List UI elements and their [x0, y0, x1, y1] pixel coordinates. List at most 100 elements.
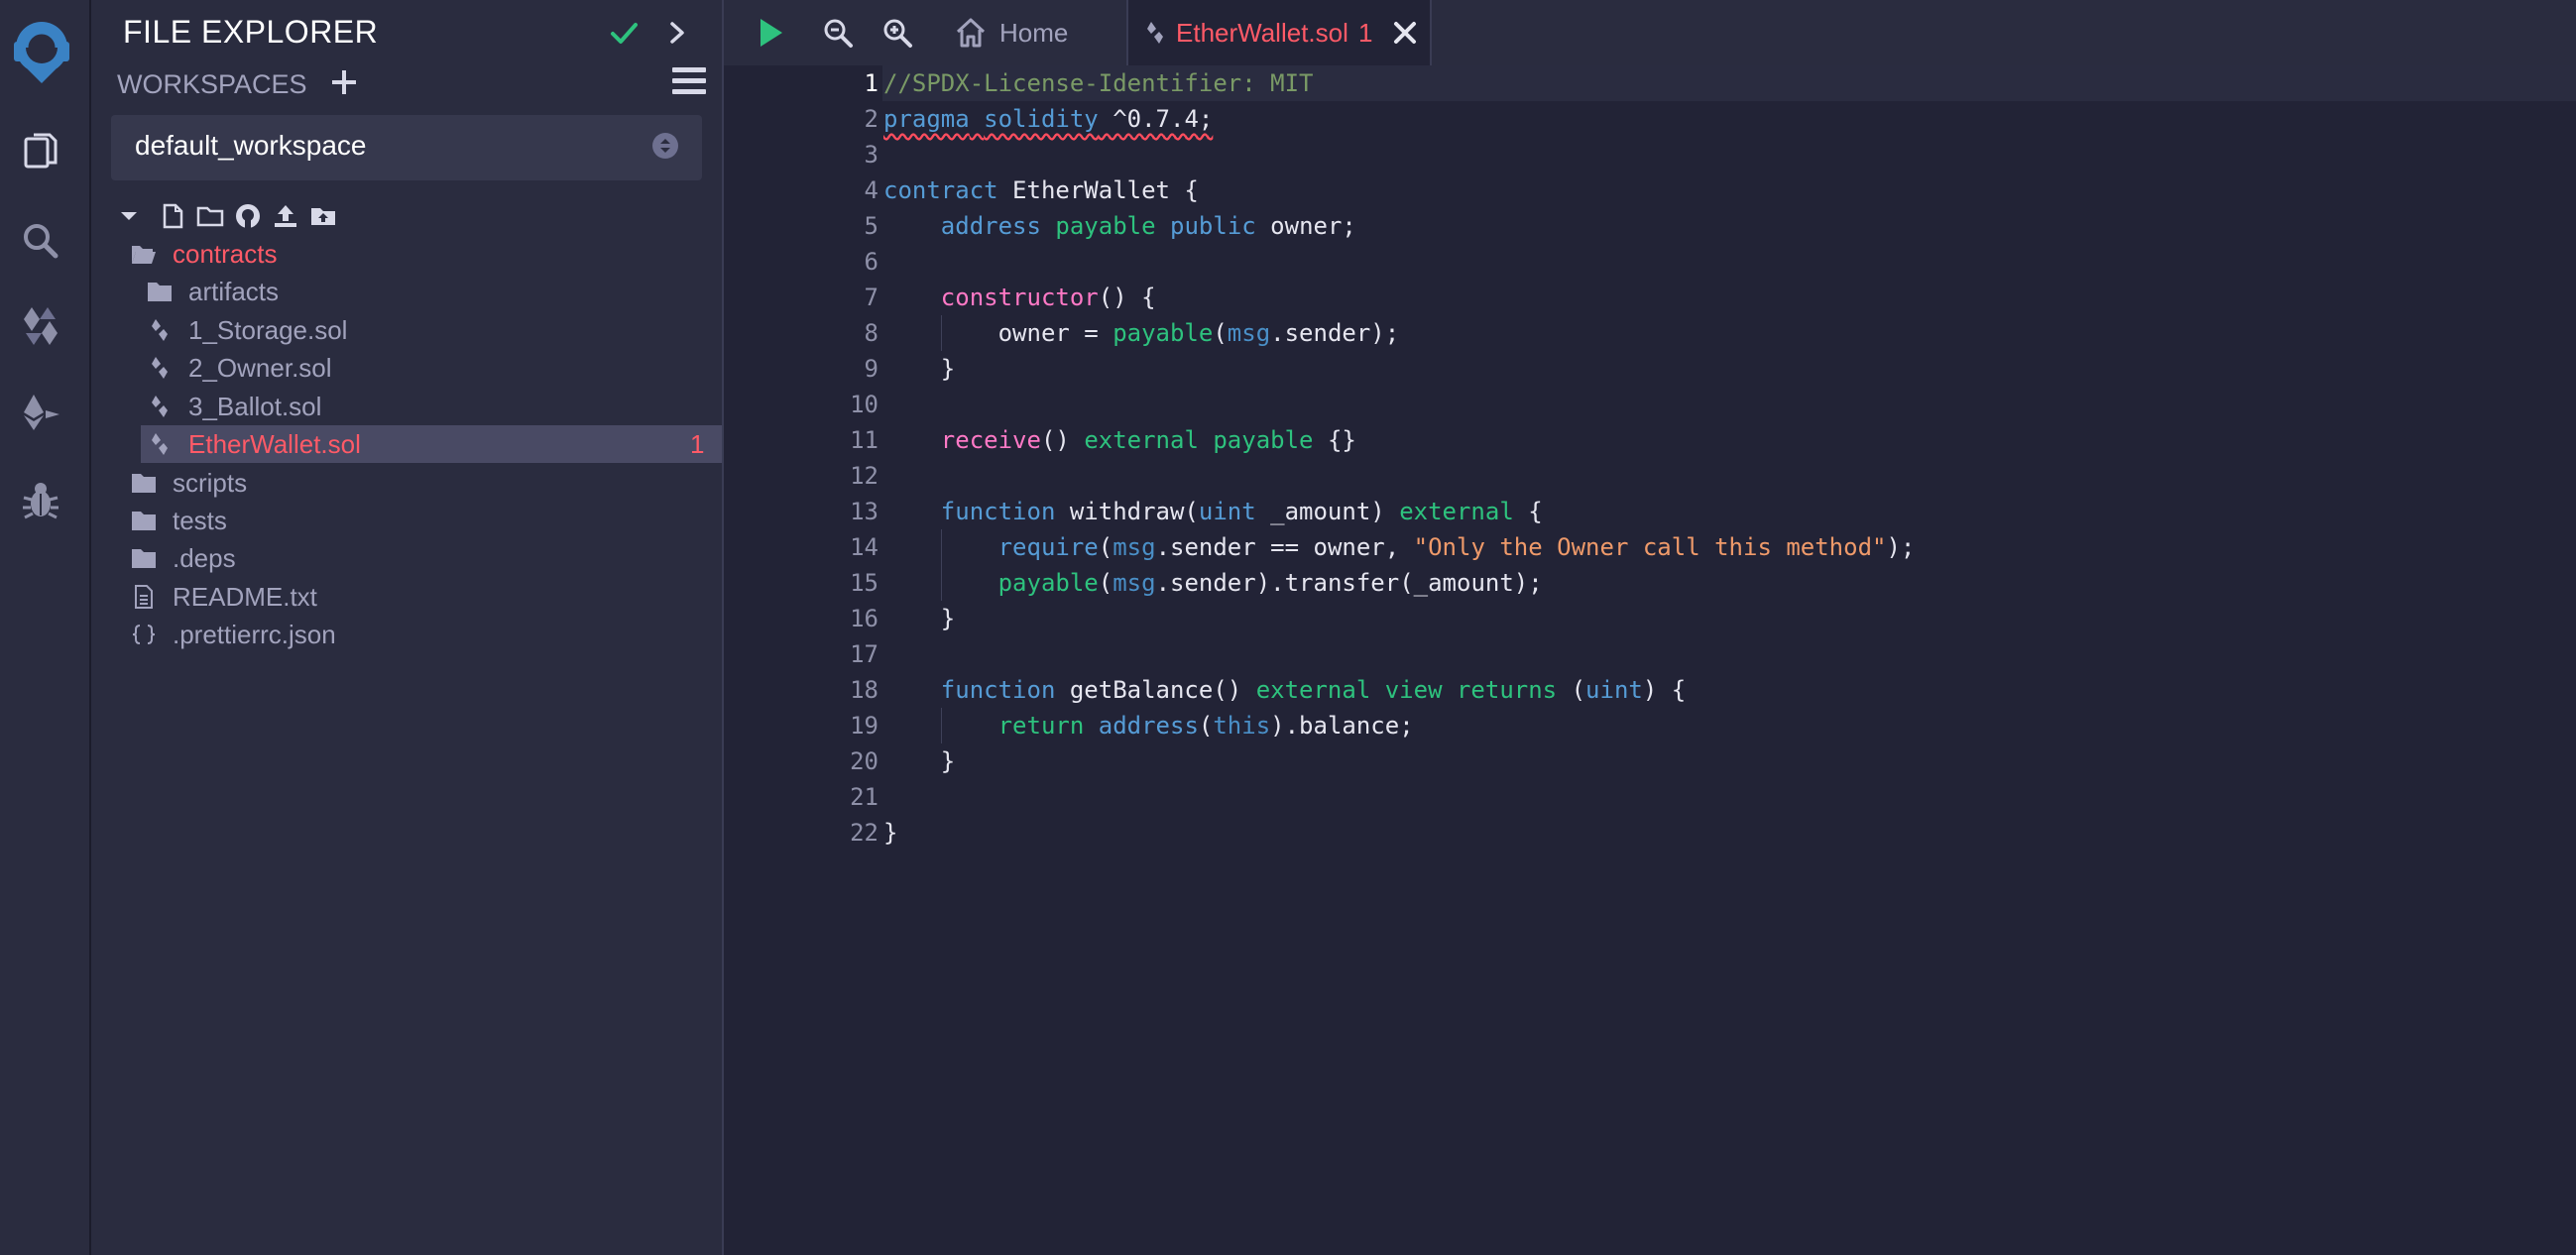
line-number: 7	[864, 284, 878, 311]
solidity-file-icon	[152, 396, 168, 417]
line-number: 17	[850, 640, 878, 668]
tree-item-label: 1_Storage.sol	[188, 315, 348, 345]
zoom-in-icon[interactable]	[880, 16, 914, 50]
code-line: }	[883, 747, 956, 775]
tab-etherwallet[interactable]: EtherWallet.sol 1	[1126, 0, 1432, 65]
line-number: 5	[864, 212, 878, 240]
tree-item-readme[interactable]: README.txt	[91, 578, 722, 616]
deploy-run-icon[interactable]	[18, 391, 63, 436]
line-number: 21	[850, 783, 878, 811]
error-count-badge: 1	[690, 429, 705, 459]
tree-item-1-storage[interactable]: 1_Storage.sol	[91, 311, 722, 349]
solidity-compiler-icon[interactable]	[18, 303, 63, 349]
folder-icon	[132, 512, 156, 530]
tree-item-2-owner[interactable]: 2_Owner.sol	[91, 349, 722, 387]
tree-item-3-ballot[interactable]: 3_Ballot.sol	[91, 388, 722, 425]
tab-file-label: EtherWallet.sol	[1176, 18, 1348, 48]
code-editor[interactable]	[882, 65, 2576, 1255]
icon-rail	[0, 0, 91, 1255]
line-number: 3	[864, 141, 878, 169]
solidity-file-icon	[152, 433, 168, 455]
remix-logo-icon[interactable]	[2, 12, 81, 91]
tree-item-label: 2_Owner.sol	[188, 353, 332, 383]
tree-item-label: .prettierrc.json	[173, 620, 336, 649]
code-line: }	[883, 819, 898, 847]
tree-item-prettierrc[interactable]: .prettierrc.json	[91, 616, 722, 653]
line-number: 18	[850, 676, 878, 704]
select-arrows-icon	[652, 133, 678, 159]
json-file-icon	[132, 625, 156, 644]
code-line: address payable public owner;	[940, 212, 1356, 240]
tree-item-deps[interactable]: .deps	[91, 539, 722, 577]
solidity-file-icon	[152, 357, 168, 379]
folder-icon	[132, 549, 156, 568]
upload-icon[interactable]	[272, 202, 299, 230]
code-line: require(msg.sender == owner, "Only the O…	[997, 533, 1916, 561]
file-explorer-panel: FILE EXPLORER WORKSPACES default_workspa…	[91, 0, 724, 1255]
zoom-out-icon[interactable]	[821, 16, 855, 50]
check-icon[interactable]	[609, 18, 639, 48]
panel-title: FILE EXPLORER	[123, 14, 379, 50]
tree-item-label: tests	[173, 506, 227, 535]
chevron-right-icon[interactable]	[664, 18, 690, 48]
code-line: contract EtherWallet {	[883, 176, 1199, 204]
text-file-icon	[135, 585, 153, 609]
line-number: 13	[850, 498, 878, 525]
line-number: 10	[850, 391, 878, 418]
code-line: owner = payable(msg.sender);	[883, 319, 1400, 347]
line-number: 9	[864, 355, 878, 383]
line-number: 11	[850, 426, 878, 454]
tree-item-tests[interactable]: tests	[91, 502, 722, 539]
code-line: function withdraw(uint _amount) external…	[940, 498, 1543, 525]
code-line: payable(msg.sender).transfer(_amount);	[997, 569, 1543, 597]
line-number: 22	[850, 819, 878, 847]
workspace-select[interactable]: default_workspace	[111, 115, 702, 180]
solidity-file-icon	[152, 319, 168, 341]
tree-item-label: EtherWallet.sol	[188, 429, 361, 459]
line-number: 16	[850, 605, 878, 632]
code-line: //SPDX-License-Identifier: MIT	[883, 69, 1314, 97]
tree-item-label: 3_Ballot.sol	[188, 392, 322, 421]
line-number: 15	[850, 569, 878, 597]
code-line: }	[883, 605, 956, 632]
search-icon[interactable]	[18, 218, 63, 264]
line-number: 20	[850, 747, 878, 775]
tree-item-label: contracts	[173, 239, 278, 269]
tree-item-contracts[interactable]: contracts	[91, 235, 722, 273]
add-workspace-icon[interactable]	[327, 65, 361, 99]
code-line: return address(this).balance;	[997, 712, 1414, 740]
code-line: receive() external payable {}	[940, 426, 1356, 454]
tree-item-etherwallet[interactable]: EtherWallet.sol 1	[141, 425, 722, 463]
folder-open-icon	[132, 246, 156, 264]
close-icon[interactable]	[1392, 20, 1418, 46]
tree-item-label: README.txt	[173, 582, 317, 612]
new-file-icon[interactable]	[159, 202, 186, 230]
line-number: 6	[864, 248, 878, 276]
caret-down-icon[interactable]	[115, 202, 143, 230]
line-number: 12	[850, 462, 878, 490]
tree-item-label: scripts	[173, 468, 248, 498]
run-play-icon[interactable]	[754, 16, 787, 50]
line-number: 8	[864, 319, 878, 347]
workspace-select-value: default_workspace	[135, 130, 367, 161]
editor-tab-bar: Home EtherWallet.sol 1	[724, 0, 2576, 67]
upload-folder-icon[interactable]	[309, 202, 337, 230]
tree-item-artifacts[interactable]: artifacts	[91, 273, 722, 310]
tab-home[interactable]: Home	[954, 0, 1122, 65]
github-icon[interactable]	[234, 202, 262, 230]
solidity-file-icon	[1147, 22, 1163, 44]
new-folder-icon[interactable]	[196, 202, 224, 230]
tree-item-label: artifacts	[188, 277, 280, 306]
tab-home-label: Home	[999, 18, 1069, 48]
code-line: }	[883, 355, 956, 383]
line-number: 14	[850, 533, 878, 561]
tree-item-scripts[interactable]: scripts	[91, 464, 722, 502]
debugger-icon[interactable]	[18, 478, 63, 523]
tab-error-badge: 1	[1358, 18, 1373, 48]
file-explorer-icon[interactable]	[18, 129, 63, 174]
code-line: function getBalance() external view retu…	[940, 676, 1687, 704]
hamburger-menu-icon[interactable]	[670, 63, 708, 99]
folder-icon	[148, 283, 172, 301]
home-icon	[956, 18, 986, 48]
folder-icon	[132, 474, 156, 493]
